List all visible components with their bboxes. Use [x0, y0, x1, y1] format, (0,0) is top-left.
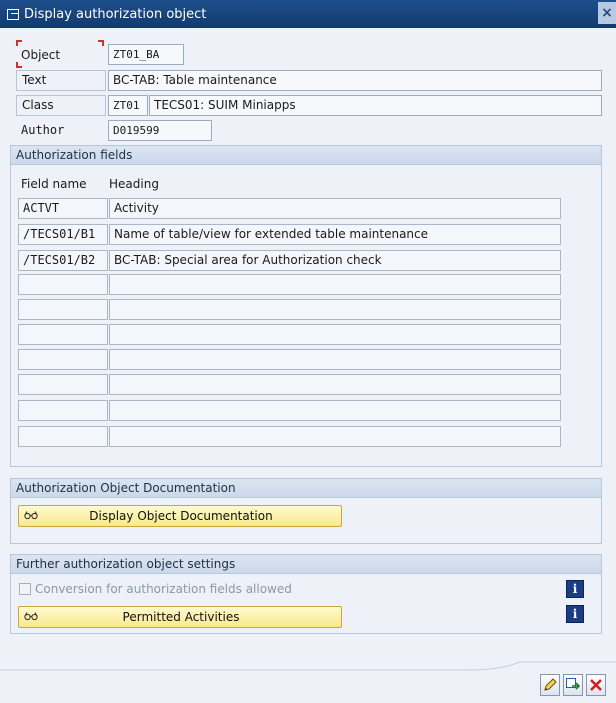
class-description-field: TECS01: SUIM Miniapps: [149, 95, 602, 116]
field-name-cell[interactable]: [18, 324, 108, 345]
edit-pencil-icon[interactable]: [540, 674, 560, 696]
field-heading-cell: [109, 274, 561, 295]
author-field: D019599: [108, 120, 212, 141]
cancel-icon[interactable]: [586, 674, 606, 696]
title-bar: Display authorization object ×: [0, 0, 616, 28]
close-icon[interactable]: ×: [598, 2, 616, 24]
display-window-icon: [7, 8, 19, 20]
glasses-icon: [21, 509, 41, 523]
field-heading-cell: BC-TAB: Special area for Authorization c…: [109, 250, 561, 271]
field-heading-cell: [109, 400, 561, 421]
field-name-cell[interactable]: ACTVT: [18, 198, 108, 219]
col-field-name: Field name: [21, 177, 87, 191]
info-icon[interactable]: i: [566, 605, 584, 623]
col-heading: Heading: [109, 177, 159, 191]
field-name-cell[interactable]: /TECS01/B2: [18, 250, 108, 271]
permitted-activities-button[interactable]: Permitted Activities: [18, 606, 342, 628]
further-settings-group: Further authorization object settings Co…: [10, 554, 602, 634]
field-name-cell[interactable]: [18, 374, 108, 395]
window-title: Display authorization object: [24, 6, 207, 22]
field-heading-cell: [109, 349, 561, 370]
field-name-cell[interactable]: [18, 299, 108, 320]
documentation-header: Authorization Object Documentation: [11, 479, 601, 498]
focus-corner-tl: [16, 40, 22, 46]
field-heading-cell: [109, 374, 561, 395]
authorization-fields-header: Authorization fields: [11, 146, 601, 165]
further-settings-header: Further authorization object settings: [11, 555, 601, 574]
text-field[interactable]: BC-TAB: Table maintenance: [108, 70, 602, 91]
class-label: Class: [16, 95, 106, 116]
navigate-icon[interactable]: [563, 674, 583, 696]
permitted-activities-label: Permitted Activities: [122, 610, 240, 624]
conversion-label: Conversion for authorization fields allo…: [35, 582, 292, 596]
author-label: Author: [21, 123, 65, 137]
conversion-checkbox-row: Conversion for authorization fields allo…: [19, 582, 292, 596]
glasses-icon: [21, 610, 41, 624]
field-name-cell[interactable]: /TECS01/B1: [18, 224, 108, 245]
display-object-documentation-label: Display Object Documentation: [89, 509, 273, 523]
field-heading-cell: [109, 324, 561, 345]
field-heading-cell: [109, 299, 561, 320]
display-object-documentation-button[interactable]: Display Object Documentation: [18, 505, 342, 527]
field-name-cell[interactable]: [18, 426, 108, 447]
text-label: Text: [16, 70, 106, 91]
footer-divider: [0, 661, 616, 703]
class-code-field[interactable]: ZT01: [108, 95, 148, 116]
field-heading-cell: Name of table/view for extended table ma…: [109, 224, 561, 245]
focus-corner-bl: [16, 62, 22, 68]
authorization-fields-group: Authorization fields Field name Heading …: [10, 145, 602, 467]
conversion-checkbox[interactable]: [19, 583, 31, 595]
documentation-group: Authorization Object Documentation Displ…: [10, 478, 602, 544]
field-heading-cell: [109, 426, 561, 447]
field-heading-cell: Activity: [109, 198, 561, 219]
field-name-cell[interactable]: [18, 400, 108, 421]
info-icon[interactable]: i: [566, 580, 584, 598]
object-label: Object: [21, 48, 61, 62]
field-name-cell[interactable]: [18, 349, 108, 370]
object-field[interactable]: ZT01_BA: [108, 44, 184, 65]
focus-corner-tr: [98, 40, 104, 46]
field-name-cell[interactable]: [18, 274, 108, 295]
